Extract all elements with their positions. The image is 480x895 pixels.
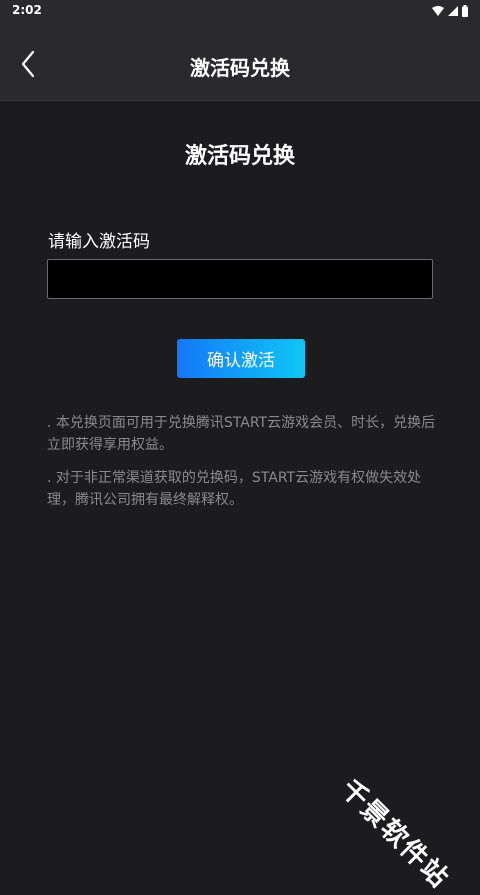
info-note: . 本兑换页面可用于兑换腾讯START云游戏会员、时长，兑换后立即获得享用权益。 xyxy=(47,415,436,453)
status-icons xyxy=(432,4,468,18)
status-time: 2:02 xyxy=(12,3,42,17)
header-bar: 激活码兑换 xyxy=(0,22,480,101)
confirm-activate-button[interactable]: 确认激活 xyxy=(177,339,305,378)
status-bar: 2:02 xyxy=(0,0,480,22)
wifi-icon xyxy=(432,6,444,16)
activation-code-label: 请输入激活码 xyxy=(48,232,150,252)
content-title: 激活码兑换 xyxy=(184,144,295,169)
battery-icon xyxy=(462,5,468,17)
signal-icon xyxy=(448,6,458,16)
activation-code-input[interactable] xyxy=(47,259,433,299)
page-title: 激活码兑换 xyxy=(190,56,290,80)
info-note: . 对于非正常渠道获取的兑换码，START云游戏有权做失效处理，腾讯公司拥有最终… xyxy=(47,470,422,508)
watermark: 千景软件站 xyxy=(334,774,455,895)
